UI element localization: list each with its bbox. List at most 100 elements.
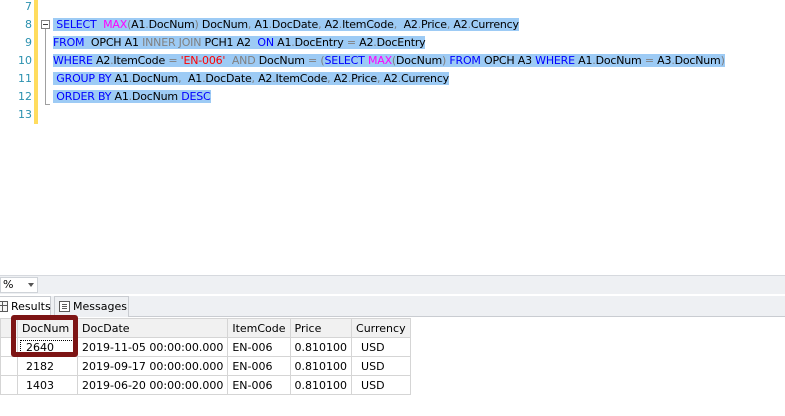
selected-code: ORDER BY A1.DocNum DESC [53,90,211,103]
selected-code: SELECT MAX(A1.DocNum) DocNum, A1.DocDate… [53,18,519,31]
line-number: 10 [18,54,32,67]
outline-line [45,29,46,104]
code-token: A2 [396,18,418,31]
code-line[interactable]: GROUP BY A1.DocNum, A1.DocDate, A2.ItemC… [53,70,449,88]
code-token: FROM [53,36,85,49]
column-header-docnum[interactable]: DocNum [17,318,78,338]
code-token: DocNum [674,54,721,67]
code-token: DocNum [198,18,248,31]
code-line[interactable]: SELECT MAX(A1.DocNum) DocNum, A1.DocDate… [53,16,519,34]
code-token: = [346,36,356,49]
code-token: DocEntry [376,36,426,49]
cell-price[interactable]: 0.810100 [289,375,353,395]
chevron-down-icon[interactable] [28,283,34,287]
cell-docnum[interactable]: 1403 [17,375,78,395]
table-row[interactable]: 2182 2019-09-17 00:00:00.000 EN-006 0.81… [0,356,411,376]
selected-code: WHERE A2.ItemCode = 'EN-006' AND DocNum … [53,54,725,67]
code-token: 'EN-006' [180,54,226,67]
code-token: MAX [103,18,128,31]
code-token: ItemCode [113,54,169,67]
cell-docnum[interactable]: 2640 [17,337,78,357]
code-token: DocNum [595,54,645,67]
line-number: 9 [25,36,32,49]
tab-messages[interactable]: Messages [54,296,129,317]
cell-itemcode[interactable]: EN-006 [227,356,291,376]
line-number: 13 [18,108,32,121]
zoom-dropdown[interactable]: % [0,277,38,293]
column-header-docdate[interactable]: DocDate [76,318,229,338]
code-token: A3 [653,54,672,67]
code-token: DocDate [271,18,319,31]
sql-editor[interactable]: 7 8 9 10 11 12 13 SELECT MAX(A1.DocNum) … [0,0,785,272]
grid-icon [0,301,8,312]
code-token: ) [720,54,725,67]
cell-itemcode[interactable]: EN-006 [227,375,291,395]
cell-currency[interactable]: USD [351,356,411,376]
code-token: OPCH A1 [84,36,143,49]
column-header-currency[interactable]: Currency [351,318,411,338]
column-header-price[interactable]: Price [289,318,353,338]
code-line[interactable]: FROM OPCH A1 INNER JOIN PCH1 A2 ON A1.Do… [53,34,426,52]
selected-code: FROM OPCH A1 INNER JOIN PCH1 A2 ON A1.Do… [53,36,426,49]
code-token: A2 [450,18,468,31]
results-grid[interactable]: DocNum DocDate ItemCode Price Currency 2… [0,318,785,416]
line-number: 11 [18,72,32,85]
code-token: Currency [470,18,519,31]
cell-docdate[interactable]: 2019-11-05 00:00:00.000 [76,337,229,357]
cell-currency[interactable]: USD [351,375,411,395]
line-number: 12 [18,90,32,103]
code-token: A2 [380,72,398,85]
code-line[interactable]: WHERE A2.ItemCode = 'EN-006' AND DocNum … [53,52,725,70]
cell-docdate[interactable]: 2019-09-17 00:00:00.000 [76,356,229,376]
code-token: A1 [181,72,203,85]
code-token: WHERE [535,54,575,67]
code-token: INNER JOIN [142,36,202,49]
row-selector[interactable] [0,337,18,357]
code-token: DESC [181,90,211,103]
code-token: = [644,54,654,67]
tab-messages-label: Messages [73,300,127,313]
cell-docdate[interactable]: 2019-06-20 00:00:00.000 [76,375,229,395]
code-token: OPCH A3 [480,54,536,67]
code-token: SELECT [56,18,97,31]
code-token: A2 [330,72,348,85]
code-line[interactable]: ORDER BY A1.DocNum DESC [53,88,211,106]
cell-itemcode[interactable]: EN-006 [227,337,291,357]
code-token: = [308,54,318,67]
code-token: DocNum [148,18,195,31]
cell-price[interactable]: 0.810100 [289,337,353,357]
table-row[interactable]: 2640 2019-11-05 00:00:00.000 EN-006 0.81… [0,337,411,357]
code-token: SELECT [324,54,365,67]
cell-price[interactable]: 0.810100 [289,356,353,376]
results-table: DocNum DocDate ItemCode Price Currency 2… [0,318,411,395]
line-number: 7 [25,0,32,13]
code-token: A1 [111,90,129,103]
collapse-icon[interactable] [41,20,50,29]
column-header-itemcode[interactable]: ItemCode [227,318,291,338]
message-icon [59,301,70,312]
code-token: ItemCode [342,18,394,31]
code-token: Price [421,18,447,31]
row-selector-header[interactable] [0,318,18,338]
cell-currency[interactable]: USD [351,337,411,357]
tab-results[interactable]: Results [0,296,51,317]
row-selector[interactable] [0,375,18,395]
code-token: ItemCode [275,72,328,85]
code-token: PCH1 A2 [201,36,258,49]
code-token: A1 [574,54,593,67]
code-token: ORDER BY [56,90,112,103]
cell-docnum[interactable]: 2182 [17,356,78,376]
code-token: A2 [355,36,374,49]
line-number: 8 [25,18,32,31]
code-token: DocDate [205,72,252,85]
table-row[interactable]: 1403 2019-06-20 00:00:00.000 EN-006 0.81… [0,375,411,395]
code-token: A2 [92,54,111,67]
code-token: WHERE [53,54,93,67]
code-token: DocNum [132,72,179,85]
header-row: DocNum DocDate ItemCode Price Currency [0,318,411,338]
row-selector[interactable] [0,356,18,376]
code-token: AND [231,54,256,67]
outline-end [45,104,50,105]
code-token: A1 [273,36,292,49]
